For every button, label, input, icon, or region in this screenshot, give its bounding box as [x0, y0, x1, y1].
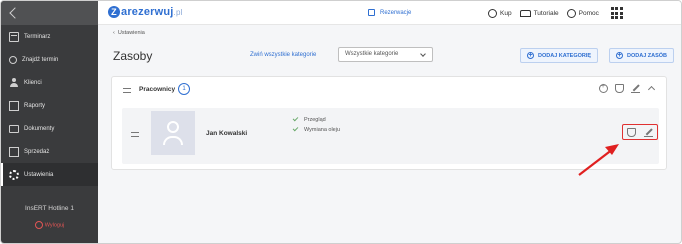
breadcrumb[interactable]: ‹ Ustawienia — [113, 30, 145, 36]
add-category-label: DODAJ KATEGORIĘ — [538, 52, 592, 59]
breadcrumb-label: Ustawienia — [117, 30, 145, 36]
report-icon — [9, 100, 19, 111]
service-label: Wymiana oleju — [304, 127, 341, 133]
logout-label: Wyloguj — [44, 222, 65, 229]
back-chevron-icon[interactable] — [9, 7, 21, 19]
sidebar-item-terminarz[interactable]: Terminarz — [1, 25, 98, 48]
sidebar-item-znajdz-termin[interactable]: Znajdź termin — [1, 48, 98, 71]
users-icon — [9, 77, 19, 88]
user-head-icon — [167, 121, 179, 133]
category-select-value: Wszystkie kategorie — [345, 51, 399, 57]
edit-icon[interactable] — [644, 128, 653, 137]
category-select[interactable]: Wszystkie kategorie — [338, 47, 433, 62]
sidebar-item-dokumenty[interactable]: Dokumenty — [1, 117, 98, 140]
add-resource-button[interactable]: + DODAJ ZASÓB — [609, 48, 675, 63]
nav-buy-label: Kup — [500, 9, 512, 17]
sidebar: Terminarz Znajdź termin Klienci Raporty … — [1, 1, 98, 243]
drag-handle-icon[interactable] — [131, 132, 139, 137]
nav-reservations[interactable]: Rezerwacje — [368, 9, 411, 16]
graduation-cap-icon — [519, 9, 531, 17]
service-label: Przegląd — [304, 117, 326, 123]
logo-suffix: .pl — [173, 8, 183, 17]
top-bar: Zarezerwuj.pl Rezerwacje Kup Tutoriale P… — [98, 1, 681, 25]
drag-handle-icon[interactable] — [123, 88, 131, 93]
box-icon — [9, 146, 19, 157]
shield-icon[interactable] — [615, 84, 624, 93]
calendar-icon — [9, 31, 19, 42]
logout-button[interactable]: Wyloguj — [1, 221, 98, 229]
avatar — [151, 111, 195, 155]
help-icon — [566, 8, 576, 18]
app-window: Terminarz Znajdź termin Klienci Raporty … — [0, 0, 682, 244]
check-icon — [292, 125, 299, 132]
search-icon — [9, 55, 17, 64]
plus-circle-icon: + — [616, 52, 623, 59]
power-icon — [34, 221, 43, 229]
plus-circle-icon: + — [527, 52, 534, 59]
nav-help-label: Pomoc — [578, 9, 599, 17]
buy-icon — [488, 8, 497, 18]
add-category-button[interactable]: + DODAJ KATEGORIĘ — [520, 48, 599, 63]
folder-icon — [9, 124, 19, 133]
check-icon — [292, 115, 299, 122]
category-name: Pracownicy — [139, 86, 176, 93]
sidebar-item-label: Sprzedaż — [24, 148, 50, 155]
user-body-icon — [163, 136, 183, 145]
calendar-icon — [368, 9, 375, 16]
chevron-down-icon — [420, 51, 426, 57]
sidebar-item-label: Terminarz — [24, 33, 51, 40]
chevron-up-icon[interactable] — [647, 84, 656, 93]
sidebar-item-label: Klienci — [24, 79, 42, 86]
nav-help[interactable]: Pomoc — [566, 8, 599, 18]
sidebar-item-label: Znajdź termin — [22, 56, 59, 63]
nav-buy[interactable]: Kup — [488, 8, 512, 18]
sidebar-top — [1, 1, 98, 25]
sidebar-item-klienci[interactable]: Klienci — [1, 71, 98, 94]
service-item: Wymiana oleju — [292, 125, 341, 135]
resource-row: Jan Kowalski Przegląd Wymiana oleju — [122, 108, 659, 164]
nav-tutorials-label: Tutoriale — [533, 9, 559, 17]
page-title: Zasoby — [113, 49, 153, 63]
add-icon[interactable] — [599, 83, 608, 93]
logo-text: arezerwuj — [121, 6, 174, 18]
service-list: Przegląd Wymiana oleju — [292, 115, 341, 135]
resource-name: Jan Kowalski — [206, 130, 248, 137]
nav-reservations-label: Rezerwacje — [380, 9, 412, 16]
top-nav-right: Kup Tutoriale Pomoc — [488, 7, 623, 19]
category-card: Pracownicy 1 Jan Kowalski Przegląd Wymia… — [111, 76, 667, 170]
sidebar-item-raporty[interactable]: Raporty — [1, 94, 98, 117]
nav-tutorials[interactable]: Tutoriale — [519, 9, 559, 17]
category-count-badge: 1 — [178, 83, 190, 95]
edit-icon[interactable] — [631, 84, 640, 93]
sidebar-item-sprzedaz[interactable]: Sprzedaż — [1, 140, 98, 163]
sidebar-item-label: Dokumenty — [24, 125, 55, 132]
resource-actions-highlight — [622, 124, 658, 140]
gear-icon — [9, 169, 19, 180]
category-header: Pracownicy 1 — [112, 77, 666, 103]
category-actions — [592, 83, 656, 93]
app-logo[interactable]: Zarezerwuj.pl — [108, 6, 183, 18]
service-item: Przegląd — [292, 115, 340, 125]
apps-grid-icon[interactable] — [610, 7, 623, 19]
collapse-all-link[interactable]: Zwiń wszystkie kategorie — [250, 52, 316, 58]
shield-icon[interactable] — [627, 127, 636, 137]
sidebar-item-ustawienia[interactable]: Ustawienia — [1, 163, 98, 186]
sidebar-item-label: Raporty — [24, 102, 46, 109]
add-resource-label: DODAJ ZASÓB — [627, 52, 668, 59]
company-name: InsERT Hotline 1 — [25, 205, 74, 212]
logo-z-badge: Z — [108, 6, 120, 18]
sidebar-item-label: Ustawienia — [24, 171, 54, 178]
